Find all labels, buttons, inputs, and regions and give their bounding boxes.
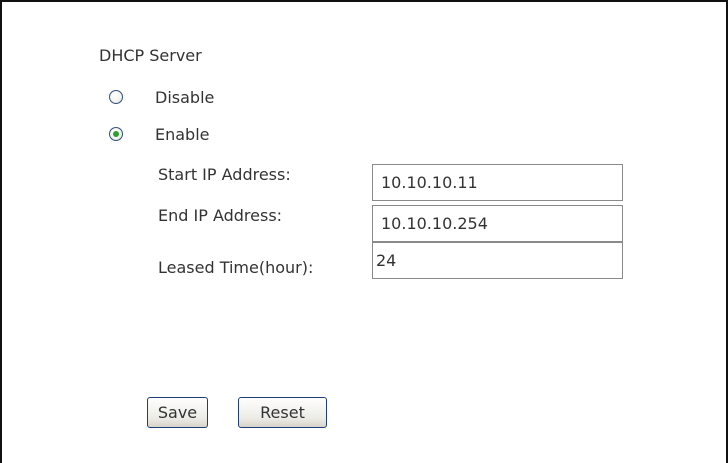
enable-radio[interactable] xyxy=(109,127,123,141)
leased-time-input[interactable] xyxy=(372,242,623,279)
disable-label: Disable xyxy=(155,87,215,107)
end-ip-input[interactable] xyxy=(372,205,623,242)
end-ip-label: End IP Address: xyxy=(158,206,283,225)
enable-label: Enable xyxy=(155,124,210,144)
start-ip-input[interactable] xyxy=(372,164,623,201)
disable-radio[interactable] xyxy=(109,90,123,104)
save-button[interactable]: Save xyxy=(147,397,208,428)
leased-time-label: Leased Time(hour): xyxy=(158,258,314,277)
reset-button[interactable]: Reset xyxy=(238,397,327,428)
radio-selected-dot xyxy=(113,131,119,137)
settings-panel: DHCP Server Disable Enable Start IP Addr… xyxy=(0,0,728,463)
disable-option[interactable]: Disable xyxy=(109,86,214,108)
start-ip-label: Start IP Address: xyxy=(158,165,291,184)
section-title: DHCP Server xyxy=(99,46,202,65)
enable-option[interactable]: Enable xyxy=(109,123,210,145)
